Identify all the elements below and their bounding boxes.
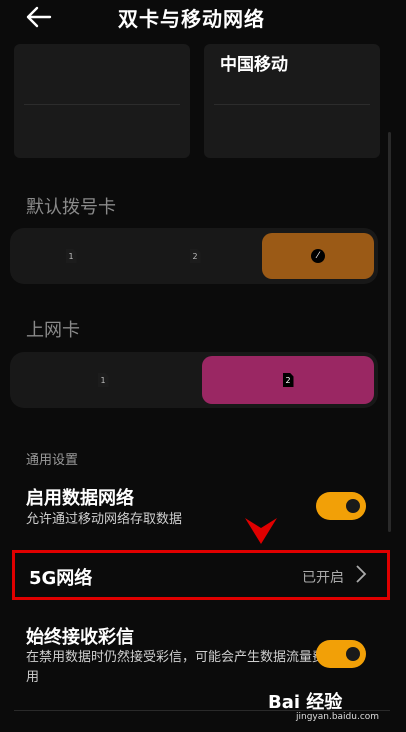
watermark-main: Bai 经验: [268, 692, 343, 713]
data-sim-selector: 1 2: [10, 352, 378, 408]
header-bar: 双卡与移动网络: [0, 0, 406, 40]
ask-each-time-icon: ⁄: [311, 249, 325, 263]
mms-title: 始终接收彩信: [26, 627, 134, 648]
network-5g-title: 5G网络: [29, 568, 93, 589]
scrollbar[interactable]: [388, 132, 391, 532]
toggle-knob: [346, 647, 360, 661]
chevron-right-icon: [355, 563, 367, 589]
data-option-sim2[interactable]: 2: [202, 356, 374, 404]
network-5g-status: 已开启: [302, 570, 344, 586]
dial-option-sim1[interactable]: 1: [10, 228, 132, 284]
toggle-knob: [346, 499, 360, 513]
general-settings-label: 通用设置: [26, 453, 79, 468]
mobile-data-subtitle: 允许通过移动网络存取数据: [26, 512, 183, 527]
dial-option-sim2[interactable]: 2: [134, 228, 256, 284]
page-title: 双卡与移动网络: [118, 7, 265, 31]
sim2-icon: 2: [282, 373, 294, 387]
sim-card-divider: [24, 104, 180, 105]
sim2-carrier-name: 中国移动: [220, 55, 288, 75]
dial-option-ask[interactable]: ⁄: [262, 233, 374, 279]
network-5g-row[interactable]: 5G网络 已开启: [12, 550, 390, 600]
watermark-url: jingyan.baidu.com: [296, 712, 380, 722]
mms-subtitle: 在禁用数据时仍然接受彩信，可能会产生数据流量费用: [26, 650, 326, 685]
data-option-sim1[interactable]: 1: [42, 352, 164, 408]
sim-card-divider: [214, 104, 370, 105]
baidu-jingyan-watermark: Bai 经验 jingyan.baidu.com: [268, 688, 379, 722]
mobile-data-title: 启用数据网络: [26, 488, 134, 509]
sim1-icon: 1: [97, 373, 109, 387]
data-sim-label: 上网卡: [26, 320, 80, 341]
sim1-icon: 1: [65, 249, 77, 263]
sim2-icon: 2: [189, 249, 201, 263]
sim-card-1[interactable]: [14, 44, 190, 158]
mobile-data-toggle[interactable]: [316, 492, 366, 520]
default-dial-label: 默认拨号卡: [26, 197, 116, 218]
red-pointer-icon: [243, 516, 279, 546]
back-arrow-icon[interactable]: [24, 4, 56, 32]
default-dial-selector: 1 2 ⁄: [10, 228, 378, 284]
mms-toggle[interactable]: [316, 640, 366, 668]
